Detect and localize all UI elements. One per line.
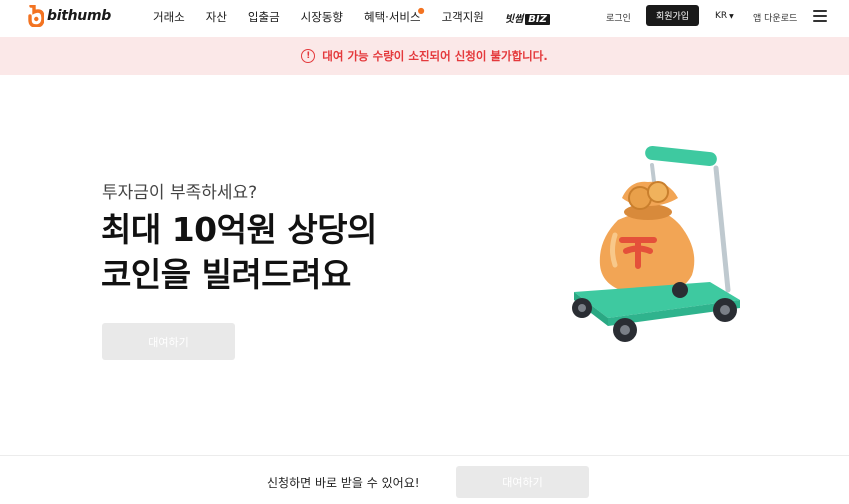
hero-headline-line2: 코인을 빌려드려요 (101, 255, 351, 294)
hero-headline: 최대 10억원 상당의 코인을 빌려드려요 (101, 207, 377, 297)
nav-item-exchange[interactable]: 거래소 (153, 9, 185, 25)
hero-subtitle: 투자금이 부족하세요? (102, 183, 258, 203)
main-nav: 거래소 자산 입출금 시장동향 혜택·서비스 ● 고객지원 빗썸 BIZ (153, 6, 571, 25)
app-download-link[interactable]: 앱 다운로드 (753, 11, 797, 24)
cart-handle-grip (645, 145, 717, 167)
hamburger-menu-icon[interactable] (813, 10, 827, 22)
bottom-cta-bar: 신청하면 바로 받을 수 있어요! 대여하기 (0, 455, 849, 504)
new-dot-icon: ● (417, 6, 425, 15)
alert-message: 대여 가능 수량이 소진되어 신청이 불가합니다. (322, 49, 548, 63)
top-navigation-bar: bithumb 거래소 자산 입출금 시장동향 혜택·서비스 ● 고객지원 빗썸 B… (0, 0, 849, 37)
alert-banner: ! 대여 가능 수량이 소진되어 신청이 불가합니다. (0, 37, 849, 75)
coin-icon (647, 181, 669, 203)
caret-down-icon: ▼ (729, 12, 734, 20)
nav-item-market-trends[interactable]: 시장동향 (301, 9, 343, 25)
language-selector[interactable]: KR ▼ (715, 11, 734, 21)
money-bag-highlight (610, 232, 618, 268)
nav-item-assets[interactable]: 자산 (206, 9, 227, 25)
nav-item-benefits-services[interactable]: 혜택·서비스 ● (364, 6, 425, 25)
nav-item-benefits-label: 혜택·서비스 (364, 10, 421, 24)
bottom-cta-text: 신청하면 바로 받을 수 있어요! (267, 476, 420, 490)
bottom-borrow-button[interactable]: 대여하기 (456, 466, 589, 498)
hero-headline-line1: 최대 10억원 상당의 (101, 210, 377, 249)
login-link[interactable]: 로그인 (606, 11, 631, 24)
borrow-button[interactable]: 대여하기 (102, 323, 235, 360)
coin-bag-cart-illustration (572, 145, 740, 342)
nav-item-support[interactable]: 고객지원 (442, 9, 484, 25)
exclamation-circle-icon: ! (301, 49, 316, 63)
biz-prefix: 빗썸 (504, 14, 524, 25)
language-label: KR (715, 11, 728, 21)
nav-item-bithumb-biz[interactable]: 빗썸 BIZ (505, 10, 550, 25)
logo-wordmark: bithumb (47, 8, 111, 24)
biz-badge: BIZ (525, 14, 550, 25)
bithumb-logo-icon (28, 5, 44, 27)
signup-button[interactable]: 회원가입 (646, 5, 699, 26)
nav-item-deposit-withdraw[interactable]: 입출금 (248, 9, 280, 25)
bithumb-logo[interactable]: bithumb (28, 5, 111, 27)
cart-handle (713, 165, 731, 293)
wheel-icon (672, 282, 688, 298)
